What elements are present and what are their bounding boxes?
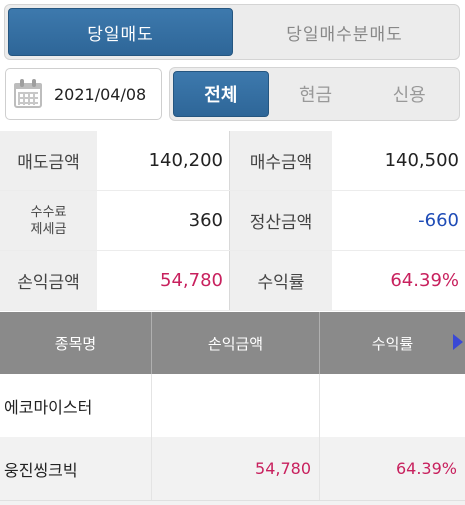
account-type-filter: 전체 현금 신용 bbox=[169, 67, 460, 121]
summary-row: 수수료 제세금 360 정산금액 -660 bbox=[0, 191, 465, 251]
filter-credit[interactable]: 신용 bbox=[362, 71, 456, 117]
table-row[interactable]: 에코마이스터 bbox=[0, 374, 465, 437]
date-picker[interactable]: 2021/04/08 bbox=[5, 68, 162, 120]
return-rate-label: 수익률 bbox=[230, 251, 332, 310]
tax-label: 제세금 bbox=[30, 221, 67, 237]
stock-list: 종목명 손익금액 수익률 에코마이스터 웅진씽크빅 54,780 64.39% bbox=[0, 312, 465, 500]
filter-all[interactable]: 전체 bbox=[173, 71, 269, 117]
buy-amount-value: 140,500 bbox=[332, 131, 465, 190]
col-return-rate[interactable]: 수익률 bbox=[320, 312, 465, 374]
trade-type-tabs: 당일매도 당일매수분매도 bbox=[4, 4, 460, 60]
fee-tax-value: 360 bbox=[97, 191, 230, 250]
table-row[interactable]: 웅진씽크빅 54,780 64.39% bbox=[0, 437, 465, 500]
col-return-rate-label: 수익률 bbox=[371, 334, 414, 353]
list-header: 종목명 손익금액 수익률 bbox=[0, 312, 465, 374]
stock-return-rate: 64.39% bbox=[395, 459, 457, 478]
stock-name: 에코마이스터 bbox=[0, 374, 152, 437]
pnl-value: 54,780 bbox=[97, 251, 230, 310]
col-pnl[interactable]: 손익금액 bbox=[152, 312, 320, 374]
pnl-label: 손익금액 bbox=[0, 251, 97, 310]
summary-grid: 매도금액 140,200 매수금액 140,500 수수료 제세금 360 정산… bbox=[0, 131, 465, 311]
settlement-value: -660 bbox=[332, 191, 465, 250]
list-bottom-edge bbox=[0, 500, 465, 505]
date-value: 2021/04/08 bbox=[54, 84, 147, 104]
return-rate-value: 64.39% bbox=[332, 251, 465, 310]
buy-amount-label: 매수금액 bbox=[230, 131, 332, 190]
stock-return-rate bbox=[320, 374, 465, 437]
filter-cash[interactable]: 현금 bbox=[269, 71, 363, 117]
stock-name: 웅진씽크빅 bbox=[0, 437, 152, 500]
fee-tax-label: 수수료 제세금 bbox=[0, 191, 97, 250]
fee-label: 수수료 bbox=[30, 204, 67, 220]
tab-same-day-bought-sell[interactable]: 당일매수분매도 bbox=[233, 8, 456, 56]
sell-amount-value: 140,200 bbox=[97, 131, 230, 190]
summary-row: 매도금액 140,200 매수금액 140,500 bbox=[0, 131, 465, 191]
col-stock-name[interactable]: 종목명 bbox=[0, 312, 152, 374]
settlement-label: 정산금액 bbox=[230, 191, 332, 250]
scroll-right-arrow-icon[interactable] bbox=[453, 334, 463, 350]
calendar-icon bbox=[14, 79, 42, 109]
summary-row: 손익금액 54,780 수익률 64.39% bbox=[0, 251, 465, 311]
sell-amount-label: 매도금액 bbox=[0, 131, 97, 190]
stock-pnl bbox=[152, 374, 320, 437]
stock-pnl: 54,780 bbox=[152, 437, 320, 500]
tab-same-day-sell[interactable]: 당일매도 bbox=[8, 8, 233, 56]
